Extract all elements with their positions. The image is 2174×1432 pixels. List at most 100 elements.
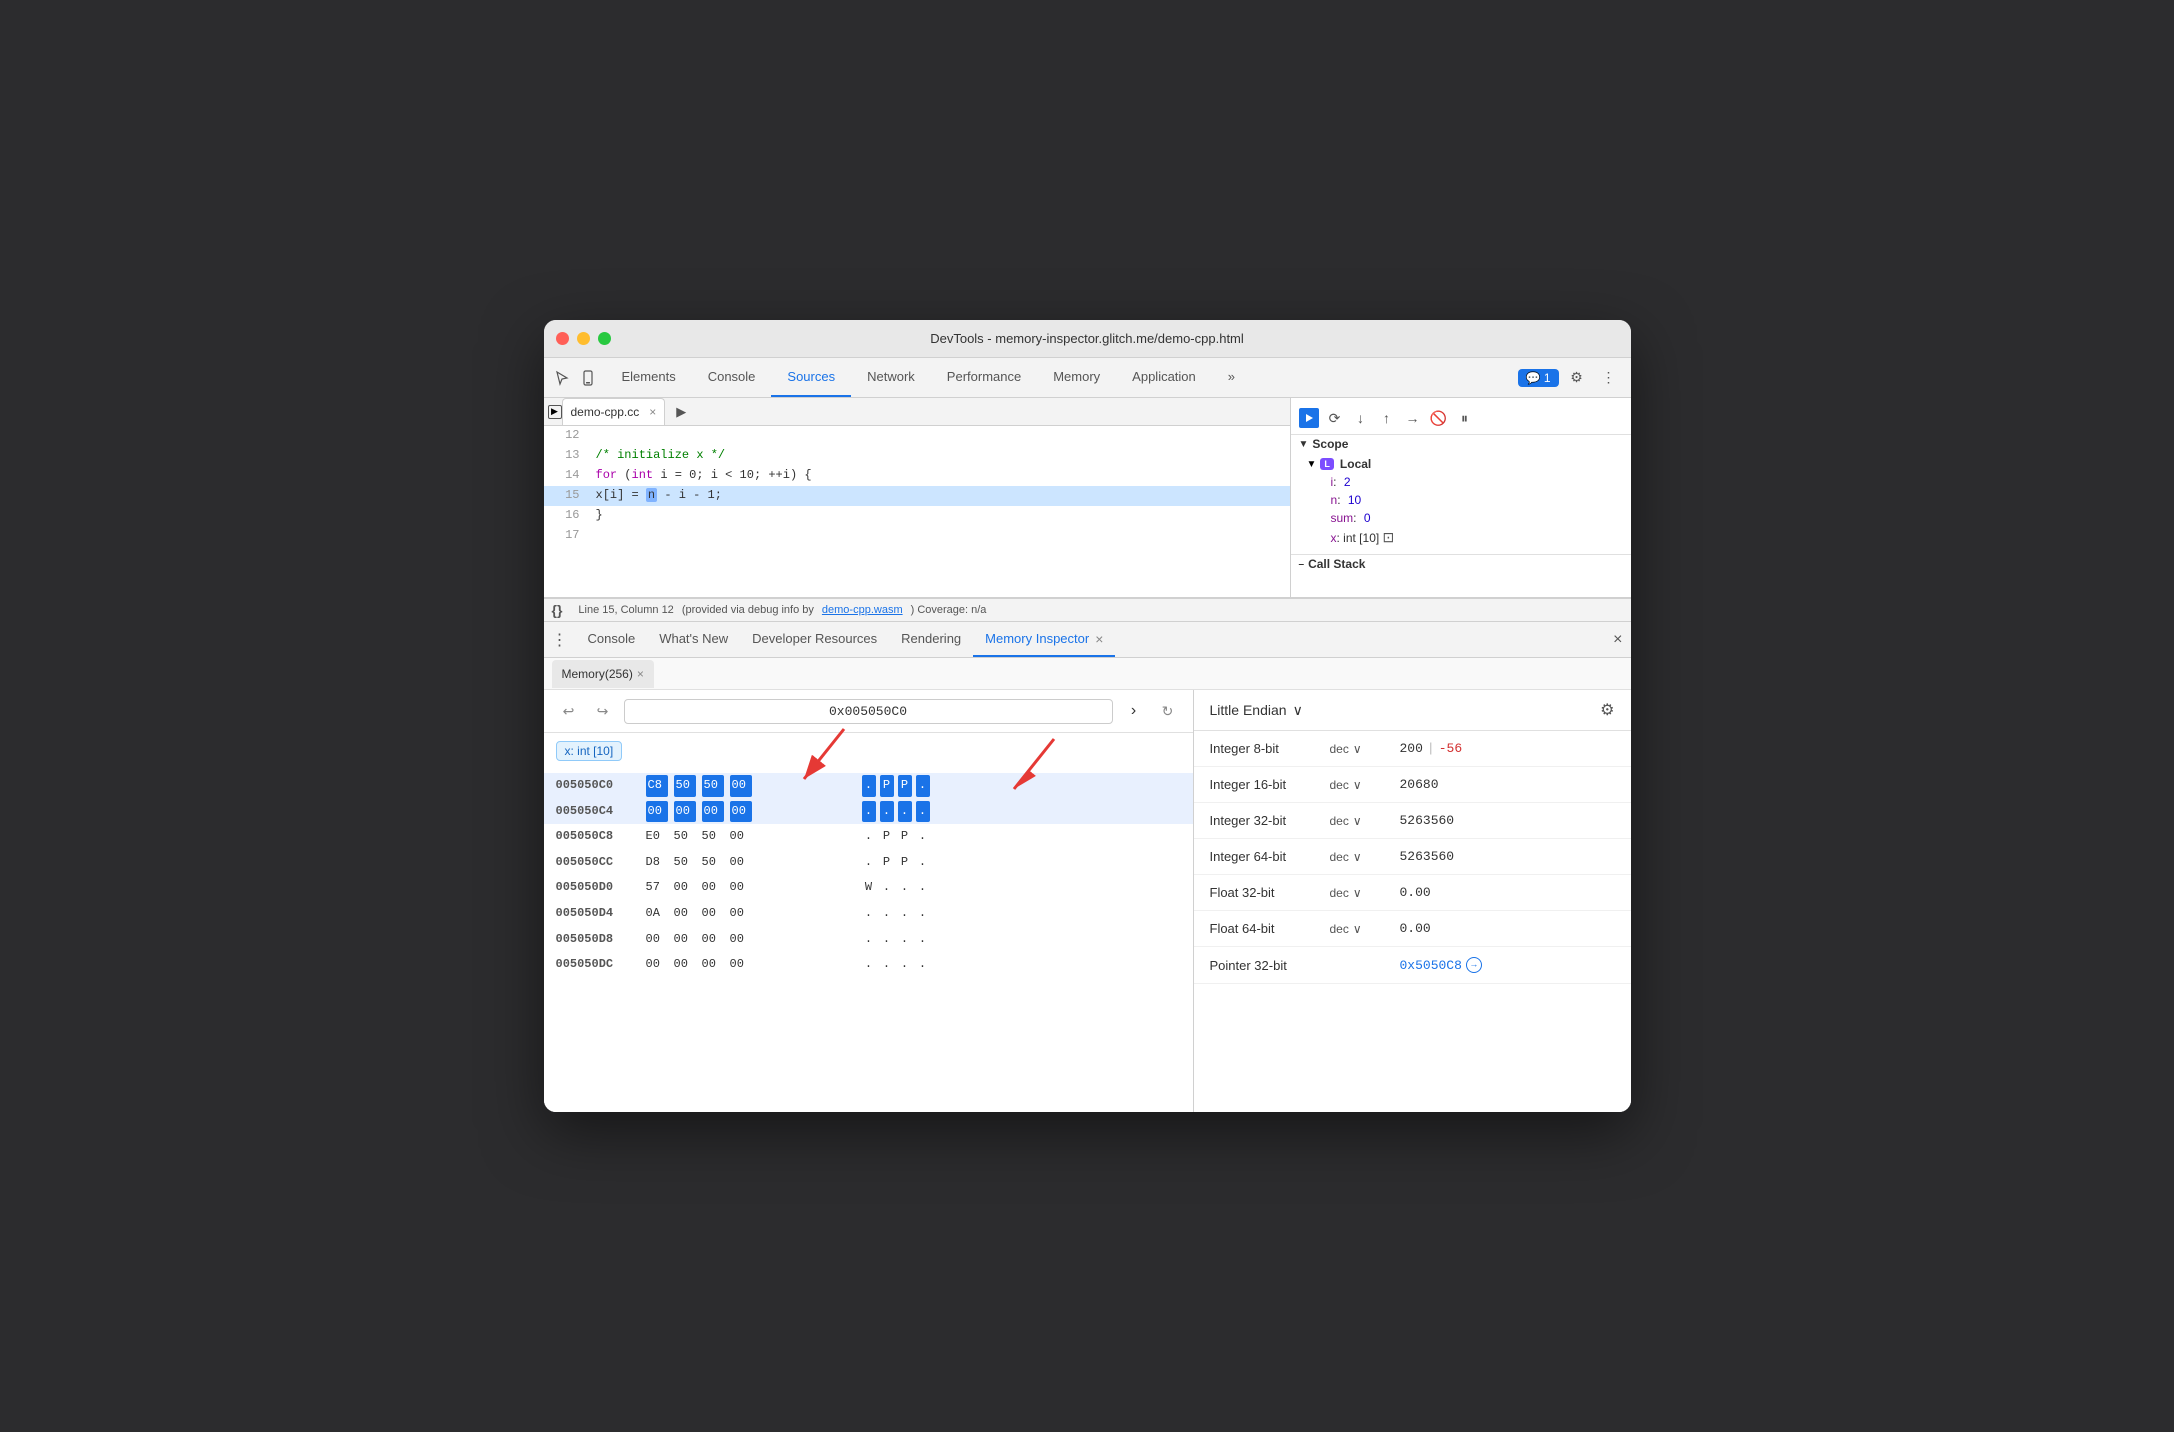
data-row-int16: Integer 16-bit dec ∨ 20680 <box>1194 767 1631 803</box>
hex-byte[interactable]: 50 <box>702 826 724 848</box>
drawer-tab-memory-inspector[interactable]: Memory Inspector × <box>973 622 1115 657</box>
hex-byte[interactable]: 50 <box>674 852 696 874</box>
hex-bytes: C8 50 50 00 <box>646 775 846 797</box>
hex-byte[interactable]: 00 <box>674 877 696 899</box>
hex-byte[interactable]: 00 <box>702 929 724 951</box>
hex-byte[interactable]: 00 <box>730 877 752 899</box>
hex-byte[interactable]: 50 <box>674 826 696 848</box>
hex-byte[interactable]: 00 <box>702 877 724 899</box>
hex-byte[interactable]: 00 <box>730 954 752 976</box>
hex-address: 005050D8 <box>556 929 646 951</box>
hex-row: 005050D8 00 00 00 00 . . <box>544 927 1193 953</box>
data-value-int8: 200 | -56 <box>1400 741 1615 756</box>
data-inspector-settings-icon[interactable]: ⚙ <box>1600 700 1614 720</box>
tab-performance[interactable]: Performance <box>931 358 1037 397</box>
step-icon[interactable]: → <box>1403 408 1423 428</box>
hex-byte[interactable]: 00 <box>702 801 724 823</box>
var-chip[interactable]: x: int [10] <box>556 741 623 761</box>
hex-byte[interactable]: 00 <box>702 903 724 925</box>
mobile-icon[interactable] <box>578 368 598 388</box>
hex-byte[interactable]: 50 <box>702 852 724 874</box>
endian-select[interactable]: Little Endian ∨ <box>1210 702 1303 719</box>
back-button[interactable]: ↩ <box>556 698 582 724</box>
hex-char: . <box>862 903 876 925</box>
hex-char: . <box>862 801 876 823</box>
step-out-icon[interactable]: ↑ <box>1377 408 1397 428</box>
close-button[interactable] <box>556 332 569 345</box>
hex-byte[interactable]: 00 <box>702 954 724 976</box>
source-tab-close[interactable]: × <box>649 405 656 419</box>
hex-byte[interactable]: 00 <box>646 929 668 951</box>
hex-char: . <box>916 826 930 848</box>
nav-right-button[interactable]: › <box>1121 698 1147 724</box>
address-input[interactable] <box>624 699 1113 724</box>
drawer-menu-icon[interactable]: ⋮ <box>552 630 568 650</box>
navigate-pointer-icon[interactable]: → <box>1466 957 1482 973</box>
refresh-button[interactable]: ↻ <box>1155 698 1181 724</box>
more-options-button[interactable]: ⋮ <box>1595 364 1623 392</box>
memory-sub-tabs: Memory(256) × <box>544 658 1631 690</box>
drawer-tab-rendering[interactable]: Rendering <box>889 622 973 657</box>
minimize-button[interactable] <box>577 332 590 345</box>
source-file-tab[interactable]: demo-cpp.cc × <box>562 398 666 425</box>
settings-button[interactable]: ⚙ <box>1563 364 1591 392</box>
tab-memory[interactable]: Memory <box>1037 358 1116 397</box>
step-over-icon[interactable]: ⟳ <box>1325 408 1345 428</box>
drawer-tab-whats-new[interactable]: What's New <box>647 622 740 657</box>
hex-byte[interactable]: 00 <box>730 775 752 797</box>
pointer-value: 0x5050C8 <box>1400 958 1462 973</box>
source-nav-icon[interactable]: ▶ <box>669 400 693 424</box>
cursor-icon[interactable] <box>552 368 572 388</box>
tab-application[interactable]: Application <box>1116 358 1212 397</box>
memory-tab-close[interactable]: × <box>637 667 644 681</box>
data-format-float64[interactable]: dec ∨ <box>1330 922 1400 936</box>
hex-byte[interactable]: D8 <box>646 852 668 874</box>
hex-byte[interactable]: 00 <box>730 903 752 925</box>
feedback-badge[interactable]: 💬 1 <box>1518 369 1559 387</box>
resume-icon[interactable] <box>1299 408 1319 428</box>
tab-sources[interactable]: Sources <box>771 358 851 397</box>
forward-button[interactable]: ↪ <box>590 698 616 724</box>
drawer-tab-console[interactable]: Console <box>576 622 648 657</box>
data-format-float32[interactable]: dec ∨ <box>1330 886 1400 900</box>
hex-byte[interactable]: 00 <box>730 801 752 823</box>
hex-byte[interactable]: 00 <box>674 929 696 951</box>
call-stack-header: – Call Stack <box>1291 554 1631 573</box>
tab-network[interactable]: Network <box>851 358 931 397</box>
drawer-tab-developer-resources[interactable]: Developer Resources <box>740 622 889 657</box>
hex-char: . <box>916 903 930 925</box>
data-format-int16[interactable]: dec ∨ <box>1330 778 1400 792</box>
hex-byte[interactable]: 00 <box>674 903 696 925</box>
hex-byte[interactable]: 00 <box>646 954 668 976</box>
tab-console[interactable]: Console <box>692 358 772 397</box>
hex-byte[interactable]: 00 <box>730 852 752 874</box>
format-label: dec <box>1330 922 1349 936</box>
step-into-icon[interactable]: ↓ <box>1351 408 1371 428</box>
hex-byte[interactable]: 50 <box>702 775 724 797</box>
deactivate-icon[interactable]: 🚫 <box>1429 408 1449 428</box>
hex-byte[interactable]: 57 <box>646 877 668 899</box>
hex-byte[interactable]: 00 <box>730 826 752 848</box>
wasm-link[interactable]: demo-cpp.wasm <box>822 604 903 616</box>
hex-byte[interactable]: 50 <box>674 775 696 797</box>
hex-byte[interactable]: 00 <box>674 801 696 823</box>
data-format-int64[interactable]: dec ∨ <box>1330 850 1400 864</box>
memory-inspector-tab-close[interactable]: × <box>1095 631 1103 647</box>
tab-elements[interactable]: Elements <box>606 358 692 397</box>
hex-byte[interactable]: 0A <box>646 903 668 925</box>
data-value-pointer32[interactable]: 0x5050C8 → <box>1400 957 1615 973</box>
pause-on-exception-icon[interactable]: ⏸ <box>1455 408 1475 428</box>
hex-byte[interactable]: C8 <box>646 775 668 797</box>
inspect-memory-icon[interactable]: ⊡ <box>1383 529 1395 545</box>
hex-byte[interactable]: 00 <box>730 929 752 951</box>
memory-256-tab[interactable]: Memory(256) × <box>552 660 654 688</box>
hex-byte[interactable]: 00 <box>646 801 668 823</box>
traffic-lights <box>556 332 611 345</box>
hex-byte[interactable]: E0 <box>646 826 668 848</box>
drawer-close-button[interactable]: × <box>1613 631 1622 649</box>
maximize-button[interactable] <box>598 332 611 345</box>
data-format-int8[interactable]: dec ∨ <box>1330 742 1400 756</box>
tab-more[interactable]: » <box>1212 358 1251 397</box>
data-format-int32[interactable]: dec ∨ <box>1330 814 1400 828</box>
hex-byte[interactable]: 00 <box>674 954 696 976</box>
